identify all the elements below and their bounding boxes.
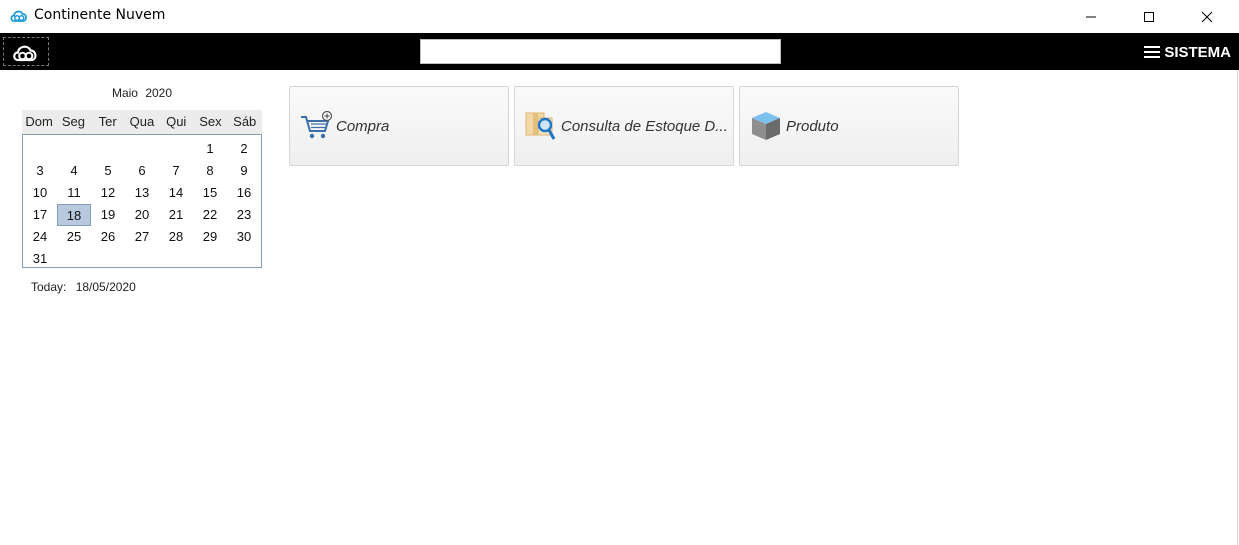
calendar-empty-cell bbox=[159, 138, 193, 160]
title-bar: Continente Nuvem bbox=[0, 0, 1239, 33]
shortcut-label: Produto bbox=[786, 117, 839, 135]
calendar-day[interactable]: 16 bbox=[227, 182, 261, 204]
calendar-day[interactable]: 26 bbox=[91, 226, 125, 248]
calendar-day[interactable]: 11 bbox=[57, 182, 91, 204]
minimize-button[interactable] bbox=[1062, 0, 1120, 33]
calendar-year: 2020 bbox=[145, 86, 173, 100]
today-label: Today: bbox=[31, 280, 67, 294]
main-toolbar: SISTEMA bbox=[0, 33, 1239, 70]
calendar-day-selected[interactable]: 18 bbox=[57, 204, 91, 226]
calendar-day[interactable]: 14 bbox=[159, 182, 193, 204]
weekday-label: Dom bbox=[25, 114, 53, 129]
calendar-day[interactable]: 28 bbox=[159, 226, 193, 248]
calendar-day[interactable]: 10 bbox=[23, 182, 57, 204]
weekday-label: Qua bbox=[129, 114, 155, 129]
calendar-empty-cell bbox=[23, 138, 57, 160]
calendar-month: Maio bbox=[111, 86, 138, 100]
calendar-day[interactable]: 6 bbox=[125, 160, 159, 182]
calendar-day[interactable]: 1 bbox=[193, 138, 227, 160]
calendar-day[interactable]: 17 bbox=[23, 204, 57, 226]
calendar-week-row: 12 bbox=[23, 138, 261, 160]
calendar-empty-cell bbox=[91, 138, 125, 160]
calendar-day[interactable]: 7 bbox=[159, 160, 193, 182]
shortcut-produto[interactable]: Produto bbox=[739, 86, 959, 166]
minimize-icon bbox=[1086, 16, 1096, 17]
calendar-day[interactable]: 25 bbox=[57, 226, 91, 248]
window-title: Continente Nuvem bbox=[34, 7, 166, 23]
calendar-empty-cell bbox=[227, 248, 261, 270]
logo-button[interactable] bbox=[3, 37, 49, 66]
calendar-today: Today: 18/05/2020 bbox=[31, 280, 136, 294]
shortcut-compra[interactable]: Compra bbox=[289, 86, 509, 166]
cloud-app-icon bbox=[10, 10, 27, 22]
calendar-day[interactable]: 21 bbox=[159, 204, 193, 226]
calendar-day[interactable]: 4 bbox=[57, 160, 91, 182]
calendar-month-header: Maio 2020 bbox=[22, 86, 262, 100]
calendar-day[interactable]: 22 bbox=[193, 204, 227, 226]
search-input[interactable] bbox=[420, 39, 781, 64]
hamburger-icon bbox=[1144, 46, 1161, 58]
calendar-empty-cell bbox=[91, 248, 125, 270]
calendar-empty-cell bbox=[125, 248, 159, 270]
sistema-menu-label: SISTEMA bbox=[1164, 43, 1231, 61]
calendar-day[interactable]: 13 bbox=[125, 182, 159, 204]
weekday-label: Seg bbox=[61, 114, 85, 129]
calendar-day[interactable]: 31 bbox=[23, 248, 57, 270]
window-right-border bbox=[1237, 70, 1238, 545]
calendar-day[interactable]: 8 bbox=[193, 160, 227, 182]
calendar-day[interactable]: 20 bbox=[125, 204, 159, 226]
sistema-menu-button[interactable]: SISTEMA bbox=[1144, 41, 1231, 63]
calendar-day[interactable]: 29 bbox=[193, 226, 227, 248]
calendar-empty-cell bbox=[125, 138, 159, 160]
cloud-logo-icon bbox=[13, 45, 37, 61]
weekday-label: Sex bbox=[199, 114, 222, 129]
calendar-weekday-header: Dom Seg Ter Qua Qui Sex Sáb bbox=[22, 110, 262, 134]
maximize-icon bbox=[1144, 11, 1154, 22]
calendar-day[interactable]: 23 bbox=[227, 204, 261, 226]
calendar-empty-cell bbox=[193, 248, 227, 270]
close-button[interactable] bbox=[1178, 0, 1236, 33]
today-date: 18/05/2020 bbox=[75, 280, 136, 294]
inventory-search-icon bbox=[525, 112, 556, 140]
shortcut-consulta-estoque[interactable]: Consulta de Estoque D... bbox=[514, 86, 734, 166]
calendar-week-row: 31 bbox=[23, 248, 261, 270]
calendar-empty-cell bbox=[159, 248, 193, 270]
product-box-icon bbox=[752, 112, 780, 140]
calendar-week-row: 17 18 19 20 21 22 23 bbox=[23, 204, 261, 226]
weekday-label: Qui bbox=[166, 114, 187, 129]
calendar-week-row: 10 11 12 13 14 15 16 bbox=[23, 182, 261, 204]
calendar-day[interactable]: 15 bbox=[193, 182, 227, 204]
calendar-week-row: 24 25 26 27 28 29 30 bbox=[23, 226, 261, 248]
calendar-day[interactable]: 27 bbox=[125, 226, 159, 248]
shopping-cart-icon bbox=[301, 110, 333, 139]
calendar-day[interactable]: 19 bbox=[91, 204, 125, 226]
calendar-week-row: 3456789 bbox=[23, 160, 261, 182]
calendar-day[interactable]: 24 bbox=[23, 226, 57, 248]
calendar-day[interactable]: 3 bbox=[23, 160, 57, 182]
close-icon bbox=[1201, 11, 1213, 22]
calendar-day[interactable]: 30 bbox=[227, 226, 261, 248]
calendar-day[interactable]: 12 bbox=[91, 182, 125, 204]
calendar-empty-cell bbox=[57, 248, 91, 270]
shortcut-label: Compra bbox=[336, 117, 390, 135]
calendar-day[interactable]: 2 bbox=[227, 138, 261, 160]
calendar-day[interactable]: 5 bbox=[91, 160, 125, 182]
weekday-label: Ter bbox=[98, 114, 117, 129]
calendar-day[interactable]: 9 bbox=[227, 160, 261, 182]
calendar-empty-cell bbox=[57, 138, 91, 160]
calendar-day-grid: 1 2 3 4 5 6 7 8 9 10 11 12 13 14 15 16 17 18 19 20 21 22 23 24 2… bbox=[22, 134, 262, 268]
shortcut-label: Consulta de Estoque D... bbox=[561, 117, 728, 135]
maximize-button[interactable] bbox=[1120, 0, 1178, 33]
weekday-label: Sáb bbox=[233, 114, 257, 129]
